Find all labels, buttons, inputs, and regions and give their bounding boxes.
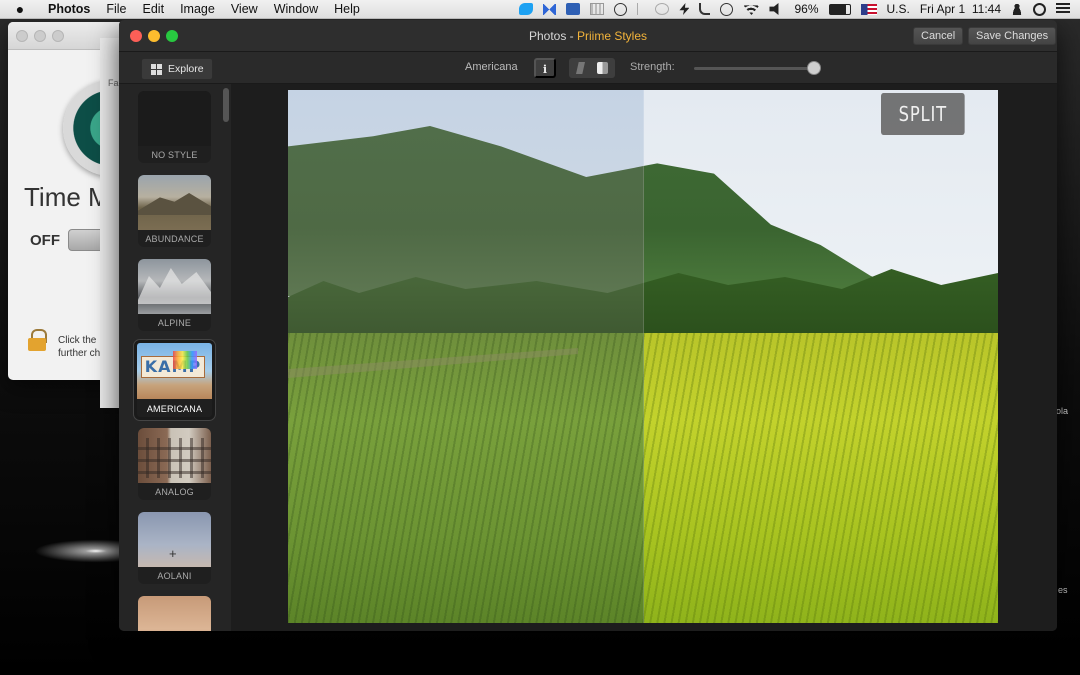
style-item-aolani[interactable]: AOLANI	[138, 512, 211, 584]
style-thumbnail	[138, 512, 211, 567]
window-titlebar: Photos - Priime Styles Cancel Save Chang…	[119, 20, 1057, 52]
messages-icon[interactable]	[655, 3, 670, 15]
apple-menu-icon[interactable]: ●	[0, 1, 40, 17]
style-item-americana[interactable]: KAMP AMERICANA	[134, 340, 215, 420]
menu-help[interactable]: Help	[326, 0, 368, 19]
style-item-analog[interactable]: ANALOG	[138, 428, 211, 500]
cancel-button[interactable]: Cancel	[913, 27, 964, 45]
wifi-icon[interactable]	[743, 5, 760, 15]
grid-icon	[151, 64, 162, 75]
phone-icon[interactable]	[699, 3, 711, 15]
style-thumbnail	[138, 428, 211, 483]
current-style-name: Americana	[465, 61, 518, 73]
styles-sidebar: NO STYLE ABUNDANCE ALPINE KAMP AMERICANA…	[119, 84, 231, 631]
window-title-highlight: Priime Styles	[577, 29, 648, 43]
lock-hint-line-2: further ch	[58, 348, 101, 359]
compare-toggle[interactable]	[569, 58, 615, 78]
style-label: ALPINE	[157, 318, 192, 328]
menu-edit[interactable]: Edit	[135, 0, 173, 19]
editor-toolbar: Explore Americana i Strength:	[119, 52, 1057, 84]
sidebar-scrollbar[interactable]	[223, 88, 229, 122]
menu-bar-status-area: 96% U.S. Fri Apr 1 11:44	[519, 2, 1080, 16]
menu-bar: ● Photos File Edit Image View Window Hel…	[0, 0, 1080, 19]
style-item-no-style[interactable]: NO STYLE	[138, 91, 211, 163]
strength-label: Strength:	[630, 61, 675, 73]
menu-image[interactable]: Image	[172, 0, 223, 19]
grid-icon[interactable]	[590, 3, 605, 15]
notification-center-icon[interactable]	[1056, 3, 1070, 15]
window-title-prefix: Photos -	[528, 29, 577, 43]
style-label: AMERICANA	[146, 404, 203, 414]
split-badge: SPLIT	[881, 93, 965, 135]
input-source[interactable]: U.S.	[887, 2, 910, 16]
split-view-icon[interactable]	[597, 62, 608, 74]
time-machine-title: Time M	[24, 182, 110, 212]
strength-slider-track[interactable]	[694, 67, 814, 70]
style-info-button[interactable]: i	[534, 58, 556, 78]
original-view-icon[interactable]	[576, 62, 585, 74]
menu-file[interactable]: File	[98, 0, 134, 19]
split-divider[interactable]	[643, 90, 644, 623]
desktop-horizon-glow	[0, 533, 120, 563]
user-icon[interactable]	[1011, 3, 1023, 15]
photo-original-half	[288, 90, 644, 623]
photo-styled-half	[644, 90, 998, 623]
minimize-button[interactable]	[34, 30, 46, 42]
save-changes-button[interactable]: Save Changes	[968, 27, 1057, 45]
priime-styles-window: Photos - Priime Styles Cancel Save Chang…	[119, 20, 1057, 631]
explore-label: Explore	[168, 63, 204, 75]
volume-icon[interactable]	[769, 3, 779, 15]
style-thumbnail	[138, 596, 211, 631]
menu-clock[interactable]: Fri Apr 1 11:44	[920, 2, 1001, 16]
bluetooth-icon[interactable]	[637, 3, 645, 15]
background-sidebar-label: Fa	[108, 78, 119, 88]
translate-icon[interactable]	[566, 3, 581, 15]
style-thumbnail: KAMP	[137, 343, 212, 399]
battery-icon[interactable]	[828, 3, 851, 15]
toggle-off-label: OFF	[30, 232, 60, 249]
background-label-1: ola	[1056, 406, 1069, 416]
edited-photo[interactable]	[288, 90, 998, 623]
lock-hint-line-1: Click the	[58, 335, 97, 346]
style-item-alpine[interactable]: ALPINE	[138, 259, 211, 331]
background-label-2: es	[1058, 585, 1068, 595]
dropbox-icon[interactable]	[543, 3, 557, 15]
zoom-button[interactable]	[52, 30, 64, 42]
style-label: AOLANI	[157, 571, 192, 581]
rainbow-stripe	[173, 351, 197, 369]
accessibility-icon[interactable]	[614, 2, 628, 16]
style-thumbnail	[138, 175, 211, 230]
style-label: ANALOG	[155, 487, 194, 497]
twitter-icon[interactable]	[519, 3, 534, 15]
rice-field	[288, 333, 644, 623]
battery-percent[interactable]: 96%	[794, 2, 818, 16]
lock-icon[interactable]	[28, 329, 47, 351]
close-button[interactable]	[16, 30, 28, 42]
strength-slider-thumb[interactable]	[807, 61, 821, 75]
lock-hint-text: Click the further ch	[58, 334, 100, 360]
style-thumbnail	[138, 259, 211, 314]
rice-field	[644, 333, 998, 623]
us-flag-icon[interactable]	[860, 3, 877, 15]
style-item-abundance[interactable]: ABUNDANCE	[138, 175, 211, 247]
bolt-icon[interactable]	[679, 3, 690, 15]
spotlight-search-icon[interactable]	[1033, 2, 1046, 16]
explore-button[interactable]: Explore	[141, 58, 213, 80]
style-thumbnail	[138, 91, 211, 146]
photo-canvas: SPLIT	[231, 84, 1057, 631]
style-label: NO STYLE	[151, 150, 198, 160]
style-label: ABUNDANCE	[145, 234, 204, 244]
menu-view[interactable]: View	[223, 0, 266, 19]
style-item-next[interactable]	[138, 596, 211, 631]
menu-app-name[interactable]: Photos	[40, 0, 98, 19]
menu-window[interactable]: Window	[266, 0, 326, 19]
time-machine-icon[interactable]	[720, 2, 734, 16]
